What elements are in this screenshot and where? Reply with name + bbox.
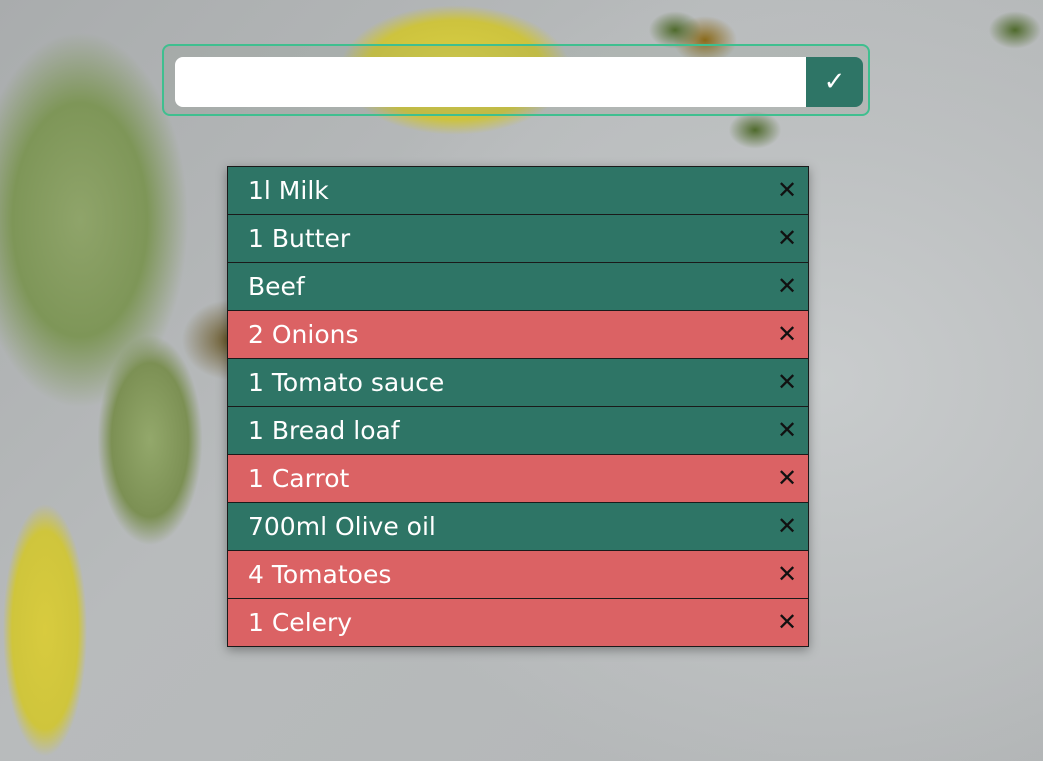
close-icon[interactable]: ✕ <box>775 359 799 406</box>
close-icon[interactable]: ✕ <box>775 455 799 502</box>
close-icon[interactable]: ✕ <box>775 167 799 214</box>
item-label: 1l Milk <box>248 176 329 205</box>
list-item[interactable]: 1 Butter ✕ <box>227 214 809 262</box>
close-icon[interactable]: ✕ <box>775 263 799 310</box>
item-label: 1 Bread loaf <box>248 416 400 445</box>
close-icon[interactable]: ✕ <box>775 215 799 262</box>
herb-decoration <box>980 0 1043 60</box>
shopping-list: 1l Milk ✕ 1 Butter ✕ Beef ✕ 2 Onions ✕ 1… <box>227 166 809 647</box>
item-input[interactable] <box>175 57 806 107</box>
submit-button[interactable]: ✓ <box>806 57 863 107</box>
item-label: 1 Butter <box>248 224 351 253</box>
checkmark-icon: ✓ <box>823 67 846 97</box>
item-label: 2 Onions <box>248 320 359 349</box>
close-icon[interactable]: ✕ <box>775 407 799 454</box>
list-item[interactable]: Beef ✕ <box>227 262 809 310</box>
list-item[interactable]: 1l Milk ✕ <box>227 166 809 214</box>
item-label: 700ml Olive oil <box>248 512 436 541</box>
close-icon[interactable]: ✕ <box>775 599 799 646</box>
close-icon[interactable]: ✕ <box>775 503 799 550</box>
list-item[interactable]: 1 Tomato sauce ✕ <box>227 358 809 406</box>
list-item[interactable]: 1 Carrot ✕ <box>227 454 809 502</box>
item-label: 1 Tomato sauce <box>248 368 445 397</box>
item-label: Beef <box>248 272 305 301</box>
list-item[interactable]: 700ml Olive oil ✕ <box>227 502 809 550</box>
close-icon[interactable]: ✕ <box>775 551 799 598</box>
item-label: 1 Carrot <box>248 464 350 493</box>
item-label: 1 Celery <box>248 608 353 637</box>
list-item[interactable]: 4 Tomatoes ✕ <box>227 550 809 598</box>
add-item-form: ✓ <box>162 44 870 116</box>
close-icon[interactable]: ✕ <box>775 311 799 358</box>
list-item[interactable]: 1 Bread loaf ✕ <box>227 406 809 454</box>
list-item[interactable]: 2 Onions ✕ <box>227 310 809 358</box>
item-label: 4 Tomatoes <box>248 560 392 589</box>
list-item[interactable]: 1 Celery ✕ <box>227 598 809 647</box>
